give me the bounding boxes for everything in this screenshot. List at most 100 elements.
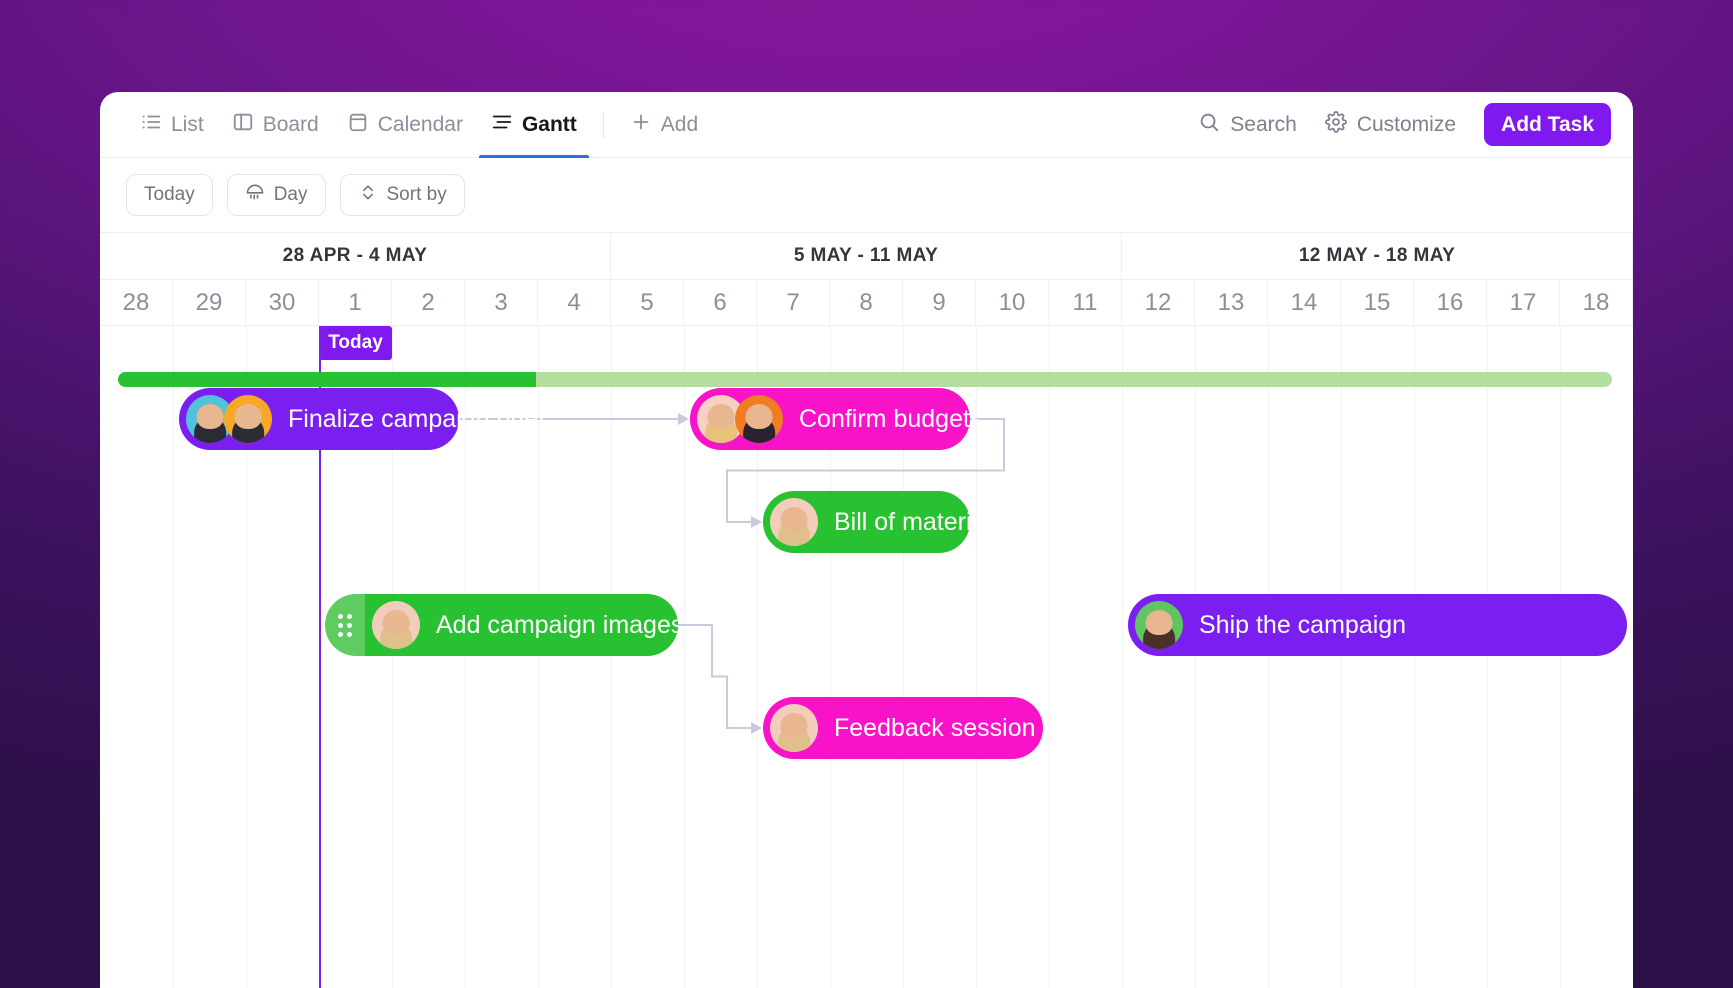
- day-header-cell: 3: [465, 280, 538, 325]
- assignee-avatar-group[interactable]: [763, 704, 818, 752]
- gear-icon: [1325, 111, 1347, 139]
- day-header-cell: 15: [1341, 280, 1414, 325]
- grid-column-line: [1049, 326, 1050, 988]
- today-marker-badge: Today: [319, 326, 392, 360]
- week-header-cell: 28 APR - 4 MAY: [100, 233, 611, 279]
- week-header-cell: 5 MAY - 11 MAY: [611, 233, 1122, 279]
- tab-board-label: Board: [263, 114, 319, 135]
- tab-list-label: List: [171, 114, 204, 135]
- day-header-cell: 30: [246, 280, 319, 325]
- grid-column-line: [1268, 326, 1269, 988]
- drag-dots-icon: [338, 614, 352, 637]
- grid-column-line: [1341, 326, 1342, 988]
- gantt-task-bar[interactable]: Feedback session: [763, 697, 1043, 759]
- day-header-cell: 14: [1268, 280, 1341, 325]
- tab-calendar-label: Calendar: [378, 114, 463, 135]
- gantt-task-bar[interactable]: Confirm budgets: [690, 388, 970, 450]
- search-icon: [1198, 111, 1220, 139]
- grid-column-line: [1414, 326, 1415, 988]
- day-header-cell: 17: [1487, 280, 1560, 325]
- avatar[interactable]: [372, 601, 420, 649]
- day-header-cell: 18: [1560, 280, 1633, 325]
- app-window: List Board Calendar: [100, 92, 1633, 988]
- day-header-cell: 4: [538, 280, 611, 325]
- task-name-label: Add campaign images: [436, 611, 678, 640]
- day-header-cell: 8: [830, 280, 903, 325]
- task-name-label: Finalize campaign brief: [288, 405, 545, 434]
- customize-label: Customize: [1357, 113, 1456, 137]
- assignee-avatar-group[interactable]: [763, 498, 818, 546]
- day-header-row: 282930123456789101112131415161718: [100, 280, 1633, 326]
- avatar[interactable]: [1135, 601, 1183, 649]
- tab-board[interactable]: Board: [218, 92, 333, 158]
- assignee-avatar-group[interactable]: [365, 601, 420, 649]
- avatar[interactable]: [770, 704, 818, 752]
- customize-button[interactable]: Customize: [1311, 111, 1470, 139]
- tab-calendar[interactable]: Calendar: [333, 92, 477, 158]
- zoom-level-button[interactable]: Day: [227, 174, 326, 216]
- grid-column-line: [1122, 326, 1123, 988]
- search-label: Search: [1230, 113, 1297, 137]
- day-header-cell: 7: [757, 280, 830, 325]
- toolbar-divider: [603, 112, 604, 138]
- plus-icon: [630, 111, 652, 139]
- today-button-label: Today: [144, 184, 195, 206]
- gantt-task-bar[interactable]: Bill of materials: [763, 491, 970, 553]
- add-view-label: Add: [661, 114, 698, 135]
- week-header-cell: 12 MAY - 18 MAY: [1122, 233, 1633, 279]
- day-header-cell: 5: [611, 280, 684, 325]
- day-header-cell: 1: [319, 280, 392, 325]
- task-name-label: Feedback session: [834, 714, 1036, 743]
- assignee-avatar-group[interactable]: [690, 395, 783, 443]
- task-name-label: Confirm budgets: [799, 405, 982, 434]
- gantt-grid[interactable]: Today Finalize campaign brief Confirm budg…: [100, 326, 1633, 988]
- overall-progress-fill: [118, 372, 536, 387]
- avatar[interactable]: [224, 395, 272, 443]
- calendar-icon: [347, 111, 369, 139]
- week-header-row: 28 APR - 4 MAY5 MAY - 11 MAY12 MAY - 18 …: [100, 233, 1633, 280]
- avatar[interactable]: [770, 498, 818, 546]
- gantt-task-bar[interactable]: Add campaign images: [325, 594, 678, 656]
- list-icon: [140, 111, 162, 139]
- day-header-cell: 12: [1122, 280, 1195, 325]
- assignee-avatar-group[interactable]: [1128, 601, 1183, 649]
- grid-column-line: [1195, 326, 1196, 988]
- grid-column-line: [1487, 326, 1488, 988]
- assignee-avatar-group[interactable]: [179, 395, 272, 443]
- day-header-cell: 13: [1195, 280, 1268, 325]
- resize-handle-left[interactable]: [325, 594, 365, 656]
- day-header-cell: 11: [1049, 280, 1122, 325]
- search-button[interactable]: Search: [1184, 111, 1311, 139]
- tab-list[interactable]: List: [126, 92, 218, 158]
- tab-gantt-label: Gantt: [522, 114, 577, 135]
- gantt-icon: [491, 111, 513, 139]
- grid-column-line: [611, 326, 612, 988]
- sort-chevrons-icon: [358, 182, 378, 208]
- add-view-button[interactable]: Add: [616, 92, 712, 158]
- sort-by-label: Sort by: [387, 184, 447, 206]
- gantt-chart: 28 APR - 4 MAY5 MAY - 11 MAY12 MAY - 18 …: [100, 233, 1633, 988]
- add-task-button[interactable]: Add Task: [1484, 103, 1611, 146]
- tab-gantt[interactable]: Gantt: [477, 92, 591, 158]
- day-header-cell: 29: [173, 280, 246, 325]
- grid-column-line: [1560, 326, 1561, 988]
- zoom-level-label: Day: [274, 184, 308, 206]
- view-tab-bar: List Board Calendar: [100, 92, 1633, 158]
- day-header-cell: 2: [392, 280, 465, 325]
- day-header-cell: 9: [903, 280, 976, 325]
- task-name-label: Bill of materials: [834, 508, 1004, 537]
- today-button[interactable]: Today: [126, 174, 213, 216]
- task-bar-body[interactable]: Add campaign images: [365, 594, 678, 656]
- day-header-cell: 28: [100, 280, 173, 325]
- day-header-cell: 6: [684, 280, 757, 325]
- day-header-cell: 16: [1414, 280, 1487, 325]
- calendar-range-icon: [245, 182, 265, 208]
- sort-by-button[interactable]: Sort by: [340, 174, 465, 216]
- grid-column-line: [684, 326, 685, 988]
- gantt-task-bar[interactable]: Finalize campaign brief: [179, 388, 459, 450]
- board-icon: [232, 111, 254, 139]
- task-name-label: Ship the campaign: [1199, 611, 1406, 640]
- day-header-cell: 10: [976, 280, 1049, 325]
- avatar[interactable]: [735, 395, 783, 443]
- gantt-task-bar[interactable]: Ship the campaign: [1128, 594, 1627, 656]
